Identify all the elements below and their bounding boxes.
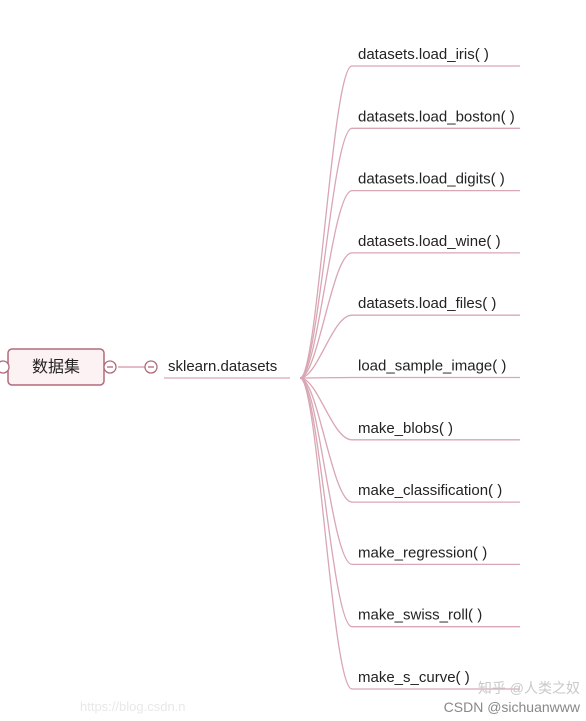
leaf-node-label[interactable]: make_blobs( ) bbox=[358, 420, 453, 437]
branch-to-leaf bbox=[300, 378, 352, 627]
branch-to-leaf bbox=[300, 128, 352, 378]
leaf-node-label[interactable]: datasets.load_boston( ) bbox=[358, 108, 515, 125]
leaf-node-label[interactable]: load_sample_image( ) bbox=[358, 357, 506, 374]
leaf-node-label[interactable]: make_swiss_roll( ) bbox=[358, 607, 482, 624]
leaf-node-label[interactable]: datasets.load_wine( ) bbox=[358, 233, 501, 250]
leaf-node-label[interactable]: datasets.load_digits( ) bbox=[358, 171, 505, 188]
watermark-blog: https://blog.csdn.n bbox=[80, 699, 186, 714]
expand-handle-icon[interactable] bbox=[0, 361, 9, 373]
leaf-node-label[interactable]: datasets.load_files( ) bbox=[358, 295, 496, 312]
branch-to-leaf bbox=[300, 378, 352, 379]
mid-node-label[interactable]: sklearn.datasets bbox=[168, 358, 277, 375]
branch-to-leaf bbox=[300, 378, 352, 689]
root-label: 数据集 bbox=[32, 358, 80, 376]
branch-to-leaf bbox=[300, 66, 352, 378]
leaf-node-label[interactable]: make_classification( ) bbox=[358, 482, 502, 499]
watermark-zhihu: 知乎 @人类之奴 bbox=[478, 680, 580, 696]
leaf-node-label[interactable]: make_s_curve( ) bbox=[358, 669, 470, 686]
watermark-csdn: CSDN @sichuanwww bbox=[444, 699, 581, 715]
branch-to-leaf bbox=[300, 378, 352, 440]
branch-to-leaf bbox=[300, 315, 352, 378]
mindmap-diagram: 数据集 sklearn.datasets datasets.load_iris( )… bbox=[0, 0, 586, 721]
leaf-node-label[interactable]: make_regression( ) bbox=[358, 544, 487, 561]
leaf-node-label[interactable]: datasets.load_iris( ) bbox=[358, 46, 489, 63]
